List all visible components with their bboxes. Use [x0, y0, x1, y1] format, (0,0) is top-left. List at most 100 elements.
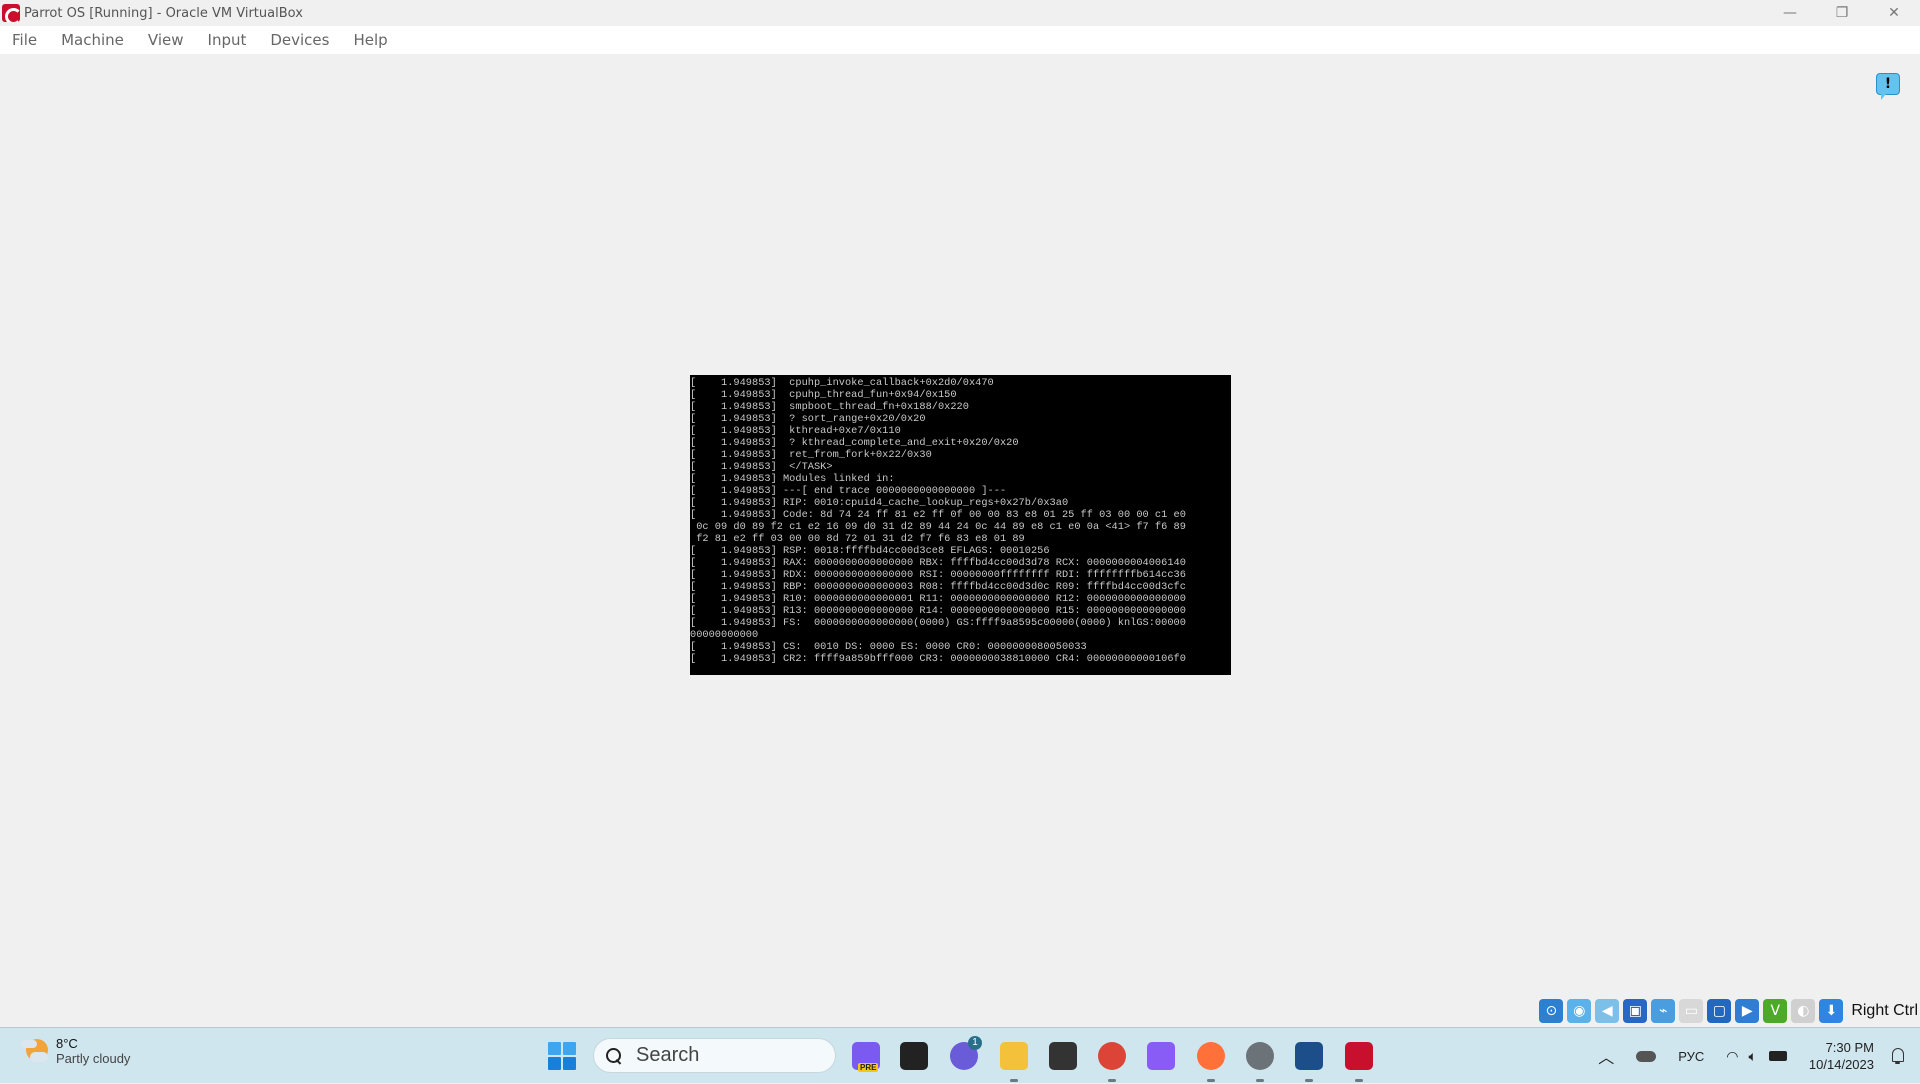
terminal-icon [1049, 1042, 1077, 1070]
chrome-taskbar-button[interactable] [1094, 1038, 1130, 1082]
task-view-icon [900, 1042, 928, 1070]
console-line: [ 1.949853] ? kthread_complete_and_exit+… [690, 437, 1019, 449]
start-button[interactable] [548, 1042, 576, 1070]
cpu-execution-icon[interactable]: V [1763, 999, 1788, 1023]
vm-status-bar: ⊙ ◉ ◀ ▣ ⌁ ▭ ▢ ▶ V ◐ ⬇ Right Ctrl [1539, 996, 1920, 1026]
taskbar: 8°C Partly cloudy Search PRE 1 ︿ РУС ◠ 🔈︎… [0, 1027, 1920, 1083]
battery-charging-icon[interactable] [1768, 1051, 1787, 1061]
search-icon [606, 1047, 622, 1064]
menu-devices[interactable]: Devices [258, 31, 341, 49]
clock-time: 7:30 PM [1825, 1040, 1874, 1055]
copilot-taskbar-button[interactable]: PRE [848, 1038, 884, 1074]
console-line: [ 1.949853] R10: 0000000000000001 R11: 0… [690, 593, 1186, 605]
running-indicator [1256, 1079, 1264, 1082]
restore-icon: ❐ [1835, 5, 1849, 21]
wifi-icon[interactable]: ◠ [1726, 1048, 1738, 1065]
menu-help[interactable]: Help [341, 31, 399, 49]
optical-drive-icon[interactable]: ◉ [1567, 999, 1592, 1023]
host-key-label: Right Ctrl [1851, 1002, 1918, 1019]
task-view-taskbar-button[interactable] [896, 1038, 932, 1074]
language-indicator[interactable]: РУС [1678, 1049, 1704, 1064]
shared-folders-icon[interactable]: ▭ [1679, 999, 1704, 1023]
menu-file[interactable]: File [0, 31, 49, 49]
console-line: 00000000000 [690, 629, 759, 641]
console-line: [ 1.949853] smpboot_thread_fn+0x188/0x22… [690, 401, 969, 413]
console-line: [ 1.949853] FS: 0000000000000000(0000) G… [690, 617, 1186, 629]
minimize-icon: — [1783, 5, 1797, 21]
minimize-button[interactable]: — [1764, 0, 1816, 26]
notification-button[interactable]: ! [1876, 73, 1900, 100]
audio-icon[interactable]: ◀ [1595, 999, 1620, 1023]
app-badge: 1 [968, 1036, 982, 1050]
search-placeholder: Search [636, 1044, 700, 1066]
obsidian-taskbar-button[interactable] [1143, 1038, 1179, 1074]
terminal-taskbar-button[interactable] [1045, 1038, 1081, 1074]
console-line: [ 1.949853] RSP: 0018:ffffbd4cc00d3ce8 E… [690, 545, 1050, 557]
app-badge: PRE [858, 1063, 879, 1072]
taskbar-search[interactable]: Search [593, 1038, 836, 1073]
notifications-bell-icon[interactable] [1888, 1046, 1908, 1066]
mouse-integration-icon[interactable]: ◐ [1791, 999, 1816, 1023]
usb-icon[interactable]: ⌁ [1651, 999, 1676, 1023]
volume-icon[interactable]: 🔈︎ [1749, 1048, 1757, 1065]
running-indicator [1010, 1079, 1018, 1082]
console-line: [ 1.949853] ? sort_range+0x20/0x20 [690, 413, 926, 425]
menu-bar: File Machine View Input Devices Help [0, 26, 1920, 54]
running-indicator [1108, 1079, 1116, 1082]
weather-temperature: 8°C [56, 1036, 78, 1051]
console-line: [ 1.949853] RAX: 0000000000000000 RBX: f… [690, 557, 1186, 569]
vm-console-screen[interactable]: [ 1.949853] cpuhp_invoke_callback+0x2d0/… [690, 375, 1231, 675]
onedrive-cloud-icon[interactable] [1636, 1050, 1657, 1062]
menu-input[interactable]: Input [196, 31, 259, 49]
teams-chat-taskbar-button[interactable]: 1 [946, 1036, 982, 1074]
file-explorer-taskbar-button[interactable] [996, 1038, 1032, 1082]
settings-icon [1246, 1042, 1274, 1070]
video-capture-icon[interactable]: ▶ [1735, 999, 1760, 1023]
console-line: [ 1.949853] </TASK> [690, 461, 833, 473]
settings-taskbar-button[interactable] [1242, 1038, 1278, 1082]
window-title: Parrot OS [Running] - Oracle VM VirtualB… [24, 5, 303, 21]
windows-start-icon [548, 1042, 561, 1055]
running-indicator [1355, 1079, 1363, 1082]
console-line: [ 1.949853] cpuhp_thread_fun+0x94/0x150 [690, 389, 957, 401]
console-line: [ 1.949853] ---[ end trace 0000000000000… [690, 485, 1007, 497]
firefox-taskbar-button[interactable] [1193, 1038, 1229, 1082]
menu-view[interactable]: View [136, 31, 196, 49]
console-line: [ 1.949853] cpuhp_invoke_callback+0x2d0/… [690, 377, 994, 389]
console-line: [ 1.949853] Code: 8d 74 24 ff 81 e2 ff 0… [690, 509, 1186, 521]
weather-widget[interactable]: 8°C Partly cloudy [20, 1036, 130, 1066]
parrot-vm-taskbar-button[interactable] [1341, 1038, 1377, 1082]
menu-machine[interactable]: Machine [49, 31, 136, 49]
network-icon[interactable]: ▣ [1623, 999, 1648, 1023]
close-button[interactable]: ✕ [1868, 0, 1920, 26]
console-line: [ 1.949853] RDX: 0000000000000000 RSI: 0… [690, 569, 1186, 581]
console-line: [ 1.949853] CS: 0010 DS: 0000 ES: 0000 C… [690, 641, 1087, 653]
display-icon[interactable]: ▢ [1707, 999, 1732, 1023]
console-line: 0c 09 d0 89 f2 c1 e2 16 09 d0 31 d2 89 4… [690, 521, 1186, 533]
parrot-os-icon [2, 4, 20, 22]
keyboard-capture-icon[interactable]: ⬇ [1819, 999, 1844, 1023]
weather-description: Partly cloudy [56, 1051, 131, 1066]
clock[interactable]: 7:30 PM 10/14/2023 [1809, 1039, 1874, 1073]
console-line: f2 81 e2 ff 03 00 00 8d 72 01 31 d2 f7 f… [690, 533, 1025, 545]
show-hidden-icons-chevron[interactable]: ︿ [1598, 1044, 1614, 1068]
console-line: [ 1.949853] Modules linked in: [690, 473, 895, 485]
close-icon: ✕ [1888, 5, 1900, 21]
virtualbox-taskbar-button[interactable] [1291, 1038, 1327, 1082]
obsidian-icon [1147, 1042, 1175, 1070]
system-tray: ︿ РУС ◠ 🔈︎ 7:30 PM 10/14/2023 [1598, 1028, 1920, 1084]
weather-partly-cloudy-night-icon [20, 1036, 50, 1066]
console-line: [ 1.949853] RIP: 0010:cpuid4_cache_looku… [690, 497, 1069, 509]
chrome-icon [1098, 1042, 1126, 1070]
console-line: [ 1.949853] RBP: 0000000000000003 R08: f… [690, 581, 1186, 593]
virtualbox-icon [1295, 1042, 1323, 1070]
file-explorer-icon [1000, 1042, 1028, 1070]
hard-disk-icon[interactable]: ⊙ [1539, 999, 1564, 1023]
console-line: [ 1.949853] CR2: ffff9a859bfff000 CR3: 0… [690, 653, 1186, 665]
console-line: [ 1.949853] kthread+0xe7/0x110 [690, 425, 901, 437]
window-controls: — ❐ ✕ [1764, 0, 1920, 26]
running-indicator [1305, 1079, 1313, 1082]
window-titlebar: Parrot OS [Running] - Oracle VM VirtualB… [0, 0, 1920, 26]
firefox-icon [1197, 1042, 1225, 1070]
restore-button[interactable]: ❐ [1816, 0, 1868, 26]
